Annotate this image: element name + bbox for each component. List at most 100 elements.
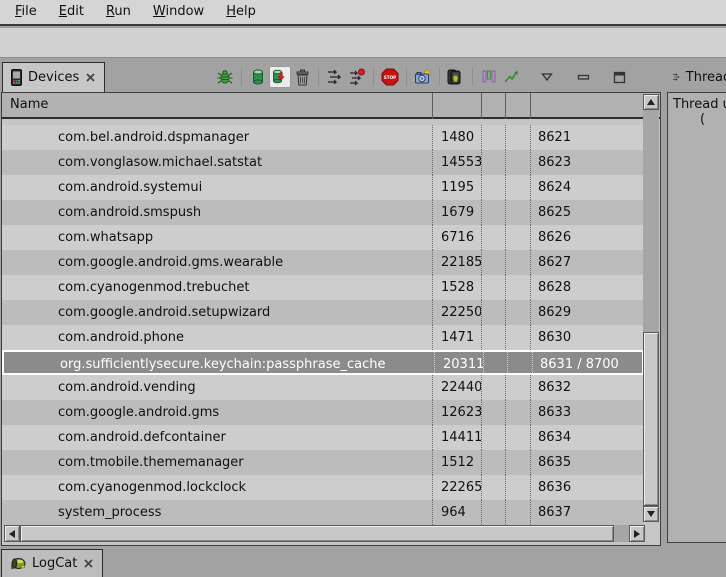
cause-gc-icon[interactable] xyxy=(291,66,313,88)
tab-threads-label: Threads xyxy=(686,70,726,85)
multi-screen-capture-icon[interactable] xyxy=(445,66,467,88)
process-name: org.sufficientlysecure.keychain:passphra… xyxy=(4,352,434,373)
process-port: 8623 xyxy=(530,150,644,175)
close-icon[interactable] xyxy=(83,558,94,569)
process-port: 8628 xyxy=(530,275,644,300)
device-row[interactable]: system_process 964 8637 xyxy=(2,500,644,525)
device-row[interactable]: com.cyanogenmod.lockclock 22265 8636 xyxy=(2,475,644,500)
process-port: 8636 xyxy=(530,475,644,500)
column-divider[interactable] xyxy=(481,93,482,119)
empty-cell xyxy=(481,500,505,525)
process-name: com.android.smspush xyxy=(2,200,432,225)
horizontal-scroll-thumb[interactable] xyxy=(20,525,614,542)
update-threads-icon[interactable] xyxy=(324,66,346,88)
column-header-name[interactable]: Name xyxy=(2,97,48,112)
close-icon[interactable] xyxy=(85,72,96,83)
stop-process-icon[interactable]: STOP xyxy=(379,66,401,88)
empty-cell xyxy=(505,200,530,225)
device-row[interactable]: com.tmobile.thememanager 1512 8635 xyxy=(2,450,644,475)
empty-cell xyxy=(505,500,530,525)
view-menu-icon[interactable] xyxy=(536,66,558,88)
process-pid: 14553 xyxy=(432,150,481,175)
process-pid: 22185 xyxy=(432,250,481,275)
vertical-scrollbar[interactable] xyxy=(643,94,659,522)
process-pid: 1512 xyxy=(432,450,481,475)
arrow-right-icon xyxy=(634,530,640,538)
empty-cell xyxy=(505,375,530,400)
device-row[interactable]: com.google.android.gms.wearable 22185 86… xyxy=(2,250,644,275)
process-name: com.google.android.gms xyxy=(2,400,432,425)
device-row[interactable]: org.sufficientlysecure.keychain:passphra… xyxy=(2,350,644,375)
tab-devices[interactable]: Devices xyxy=(2,62,105,92)
start-method-profiling-icon[interactable] xyxy=(346,66,368,88)
process-name: com.cyanogenmod.lockclock xyxy=(2,475,432,500)
device-row[interactable]: com.bel.android.dspmanager 1480 8621 xyxy=(2,125,644,150)
empty-cell xyxy=(481,450,505,475)
column-divider[interactable] xyxy=(432,93,433,119)
arrow-up-icon xyxy=(647,99,655,105)
process-pid: 12623 xyxy=(432,400,481,425)
scroll-left-button[interactable] xyxy=(4,525,20,542)
process-pid: 6716 xyxy=(432,225,481,250)
device-rows: com.bel.android.dspmanager 1480 8621 com… xyxy=(2,125,644,525)
threads-message-line1: Thread up xyxy=(668,93,726,112)
column-divider[interactable] xyxy=(505,93,506,119)
menu-edit[interactable]: Edit xyxy=(48,0,95,24)
empty-cell xyxy=(507,352,532,373)
process-pid: 1471 xyxy=(432,325,481,350)
empty-cell xyxy=(481,375,505,400)
empty-cell xyxy=(481,250,505,275)
empty-cell xyxy=(505,400,530,425)
device-row[interactable]: com.android.defcontainer 14411 8634 xyxy=(2,425,644,450)
arrow-left-icon xyxy=(9,530,15,538)
systrace-icon[interactable] xyxy=(500,66,522,88)
device-row[interactable]: com.android.smspush 1679 8625 xyxy=(2,200,644,225)
process-pid: 20311 xyxy=(434,352,483,373)
device-row[interactable]: com.google.android.setupwizard 22250 862… xyxy=(2,300,644,325)
screen-capture-icon[interactable] xyxy=(412,66,434,88)
device-row[interactable]: com.whatsapp 6716 8626 xyxy=(2,225,644,250)
maximize-icon[interactable] xyxy=(608,66,630,88)
process-port: 8630 xyxy=(530,325,644,350)
menu-file[interactable]: File xyxy=(4,0,48,24)
process-port: 8634 xyxy=(530,425,644,450)
device-row[interactable]: com.vonglasow.michael.satstat 14553 8623 xyxy=(2,150,644,175)
dump-hprof-icon[interactable] xyxy=(269,66,291,88)
process-pid: 964 xyxy=(432,500,481,525)
device-row[interactable]: com.cyanogenmod.trebuchet 1528 8628 xyxy=(2,275,644,300)
minimize-icon[interactable] xyxy=(572,66,594,88)
empty-toolbar-strip xyxy=(0,28,726,58)
toolbar-separator xyxy=(241,68,242,86)
device-row[interactable]: com.android.phone 1471 8630 xyxy=(2,325,644,350)
toolbar-separator xyxy=(406,68,407,86)
vertical-scroll-thumb[interactable] xyxy=(643,332,659,506)
horizontal-scrollbar[interactable] xyxy=(4,525,645,542)
phone-icon xyxy=(11,69,22,86)
device-row[interactable]: com.google.android.gms 12623 8633 xyxy=(2,400,644,425)
tab-threads[interactable]: Threads xyxy=(668,62,726,92)
devices-toolbar: STOP xyxy=(214,64,656,90)
column-divider[interactable] xyxy=(530,93,531,119)
process-port: 8624 xyxy=(530,175,644,200)
process-pid: 14411 xyxy=(432,425,481,450)
process-name: com.cyanogenmod.trebuchet xyxy=(2,275,432,300)
device-row[interactable]: com.android.systemui 1195 8624 xyxy=(2,175,644,200)
logcat-icon xyxy=(10,556,26,571)
menu-help[interactable]: Help xyxy=(215,0,267,24)
update-heap-icon[interactable] xyxy=(247,66,269,88)
process-port: 8637 xyxy=(530,500,644,525)
tab-logcat[interactable]: LogCat xyxy=(1,549,103,577)
process-name: com.whatsapp xyxy=(2,225,432,250)
menu-window[interactable]: Window xyxy=(142,0,215,24)
debug-process-icon[interactable] xyxy=(214,66,236,88)
process-port: 8629 xyxy=(530,300,644,325)
empty-cell xyxy=(481,200,505,225)
menu-run[interactable]: Run xyxy=(95,0,142,24)
device-row[interactable]: com.android.vending 22440 8632 xyxy=(2,375,644,400)
toolbar-separator xyxy=(373,68,374,86)
hierarchy-view-icon[interactable] xyxy=(478,66,500,88)
process-pid: 22250 xyxy=(432,300,481,325)
scroll-down-button[interactable] xyxy=(643,506,659,522)
scroll-right-button[interactable] xyxy=(629,525,645,542)
scroll-up-button[interactable] xyxy=(643,94,659,110)
